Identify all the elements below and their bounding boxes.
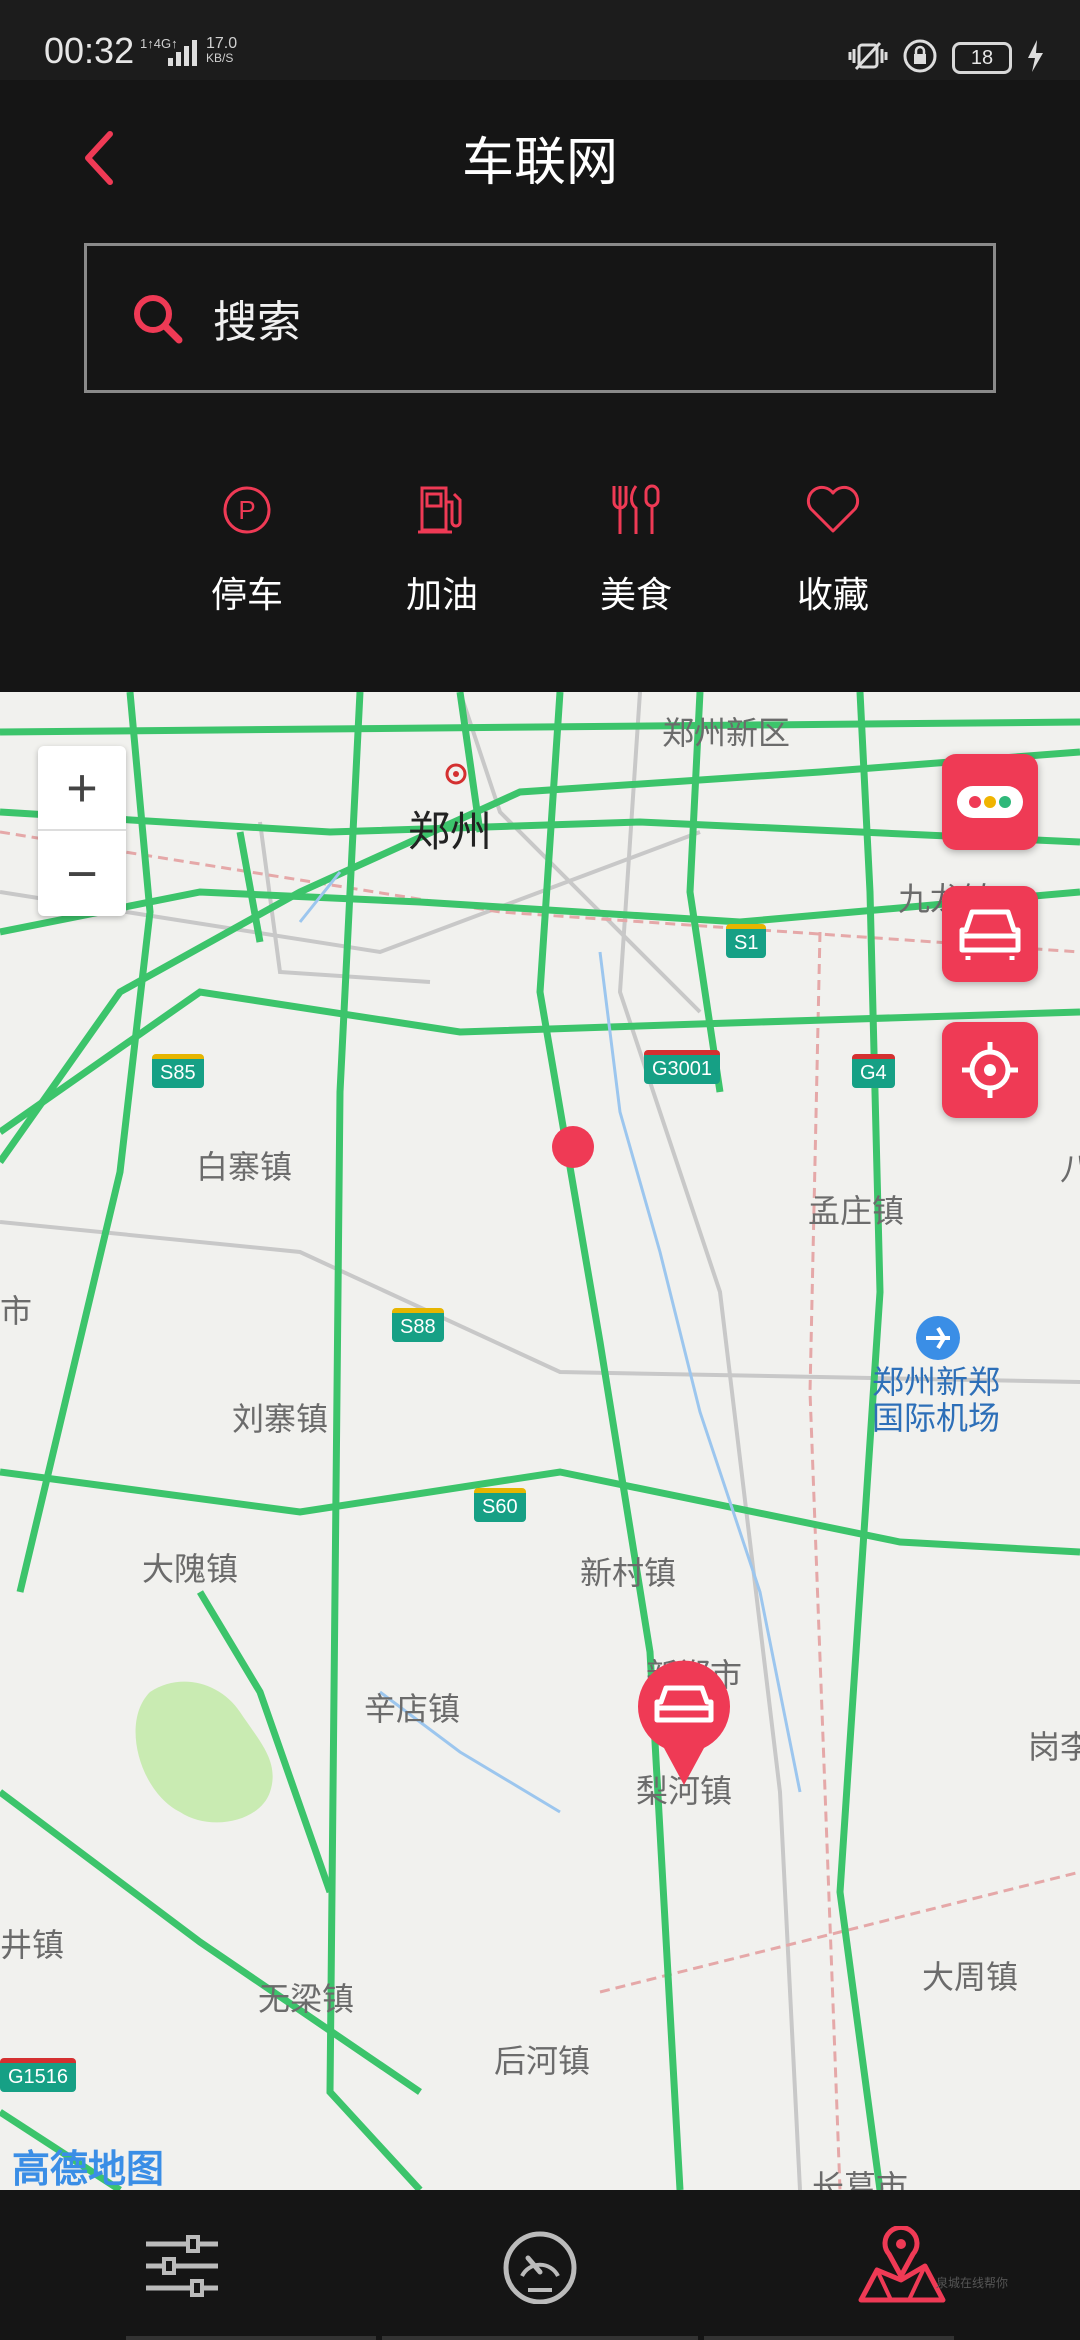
category-food[interactable]: 美食 <box>561 470 711 618</box>
map-label: 刘寨镇 <box>232 1400 329 1438</box>
category-favorites[interactable]: 收藏 <box>758 470 908 618</box>
category-label: 美食 <box>599 575 672 616</box>
map-label: 孟庄镇 <box>808 1192 905 1230</box>
map-label: 长葛市 <box>812 2168 909 2190</box>
car-pin-marker[interactable] <box>634 1660 734 1790</box>
map-pin-icon <box>858 2226 946 2303</box>
map-label: 白寨镇 <box>196 1148 293 1186</box>
nav-divider <box>704 2336 954 2340</box>
map-label: 井镇 <box>0 1926 65 1964</box>
nav-dashboard[interactable] <box>480 2226 600 2306</box>
traffic-light-icon <box>957 786 1023 818</box>
status-bar: 00:32 1↑4G↑ 17.0 KB/S 18 <box>0 0 1080 80</box>
settings-sliders-icon <box>146 2235 218 2297</box>
map-label: 国际机场 <box>872 1399 1001 1437</box>
road-shield: G4 <box>852 1054 895 1088</box>
map-provider-logo: 高德地图 <box>12 2147 165 2190</box>
current-location-marker <box>552 1126 594 1168</box>
my-location-button[interactable] <box>942 1022 1038 1118</box>
map-label: 岗李 <box>1028 1728 1080 1766</box>
map-label: 后河镇 <box>494 2042 591 2080</box>
map-label: 大周镇 <box>922 1958 1019 1996</box>
nav-settings[interactable] <box>122 2226 242 2306</box>
lock-rotation-icon <box>902 38 938 78</box>
map-label: 新村镇 <box>580 1554 677 1592</box>
map-label: 市 <box>0 1292 33 1330</box>
signal-icon <box>166 36 202 70</box>
category-fuel[interactable]: 加油 <box>367 470 517 618</box>
road-shield: S1 <box>726 924 767 958</box>
network-speed-value: 17.0 <box>206 35 238 52</box>
car-icon <box>959 909 1021 960</box>
map-label: 辛店镇 <box>364 1690 461 1728</box>
status-time: 00:32 <box>44 30 135 71</box>
status-right: 18 <box>848 38 1044 78</box>
map-label: 八 <box>1060 1150 1080 1188</box>
search-icon <box>129 288 189 348</box>
category-row: P 停车 加油 美食 收藏 <box>0 470 1080 620</box>
zoom-control: + − <box>38 746 126 916</box>
network-speed: 17.0 KB/S <box>206 36 237 66</box>
network-speed-unit: KB/S <box>206 51 234 65</box>
road-shield: G1516 <box>0 2058 77 2092</box>
nav-map[interactable] <box>842 2226 962 2306</box>
svg-text:P: P <box>238 495 255 525</box>
parking-icon: P <box>172 470 322 550</box>
bottom-nav: 泉城在线帮你 <box>0 2190 1080 2340</box>
app-header: 车联网 搜索 P 停车 加油 美食 收藏 <box>0 80 1080 692</box>
charging-icon <box>1026 40 1044 76</box>
heart-icon <box>758 470 908 550</box>
watermark: 泉城在线帮你 <box>936 2276 1009 2290</box>
search-input[interactable]: 搜索 <box>213 286 301 350</box>
map-label: 大隗镇 <box>142 1550 239 1588</box>
category-label: 停车 <box>210 575 283 616</box>
page-title: 车联网 <box>461 133 618 193</box>
category-parking[interactable]: P 停车 <box>172 470 322 618</box>
vibrate-icon <box>848 39 888 77</box>
zoom-out-button[interactable]: − <box>38 831 126 916</box>
road-shield: S85 <box>152 1054 204 1088</box>
zoom-in-button[interactable]: + <box>38 746 126 831</box>
map-label: 郑州新郑 <box>872 1363 1001 1401</box>
search-box[interactable]: 搜索 <box>84 243 996 393</box>
map-label: 无梁镇 <box>258 1980 355 2018</box>
map-label: 郑州 <box>408 807 493 856</box>
car-location-button[interactable] <box>942 886 1038 982</box>
map-label: 郑州新区 <box>662 714 791 752</box>
speedometer-icon <box>503 2231 577 2304</box>
road-shield: S60 <box>474 1488 526 1522</box>
category-label: 收藏 <box>796 575 869 616</box>
nav-divider <box>382 2336 698 2340</box>
locate-icon <box>962 1042 1018 1098</box>
battery-indicator: 18 <box>952 42 1012 74</box>
food-icon <box>561 470 711 550</box>
car-pin-icon <box>638 1660 730 1785</box>
road-shield: G3001 <box>644 1050 721 1084</box>
nav-divider <box>126 2336 376 2340</box>
fuel-pump-icon <box>367 470 517 550</box>
road-shield: S88 <box>392 1308 444 1342</box>
traffic-button[interactable] <box>942 754 1038 850</box>
category-label: 加油 <box>405 575 478 616</box>
map-view[interactable]: 郑州新区 郑州 九龙镇 白寨镇 孟庄镇 郑州新郑 国际机场 刘寨镇 大隗镇 新村… <box>0 692 1080 2190</box>
